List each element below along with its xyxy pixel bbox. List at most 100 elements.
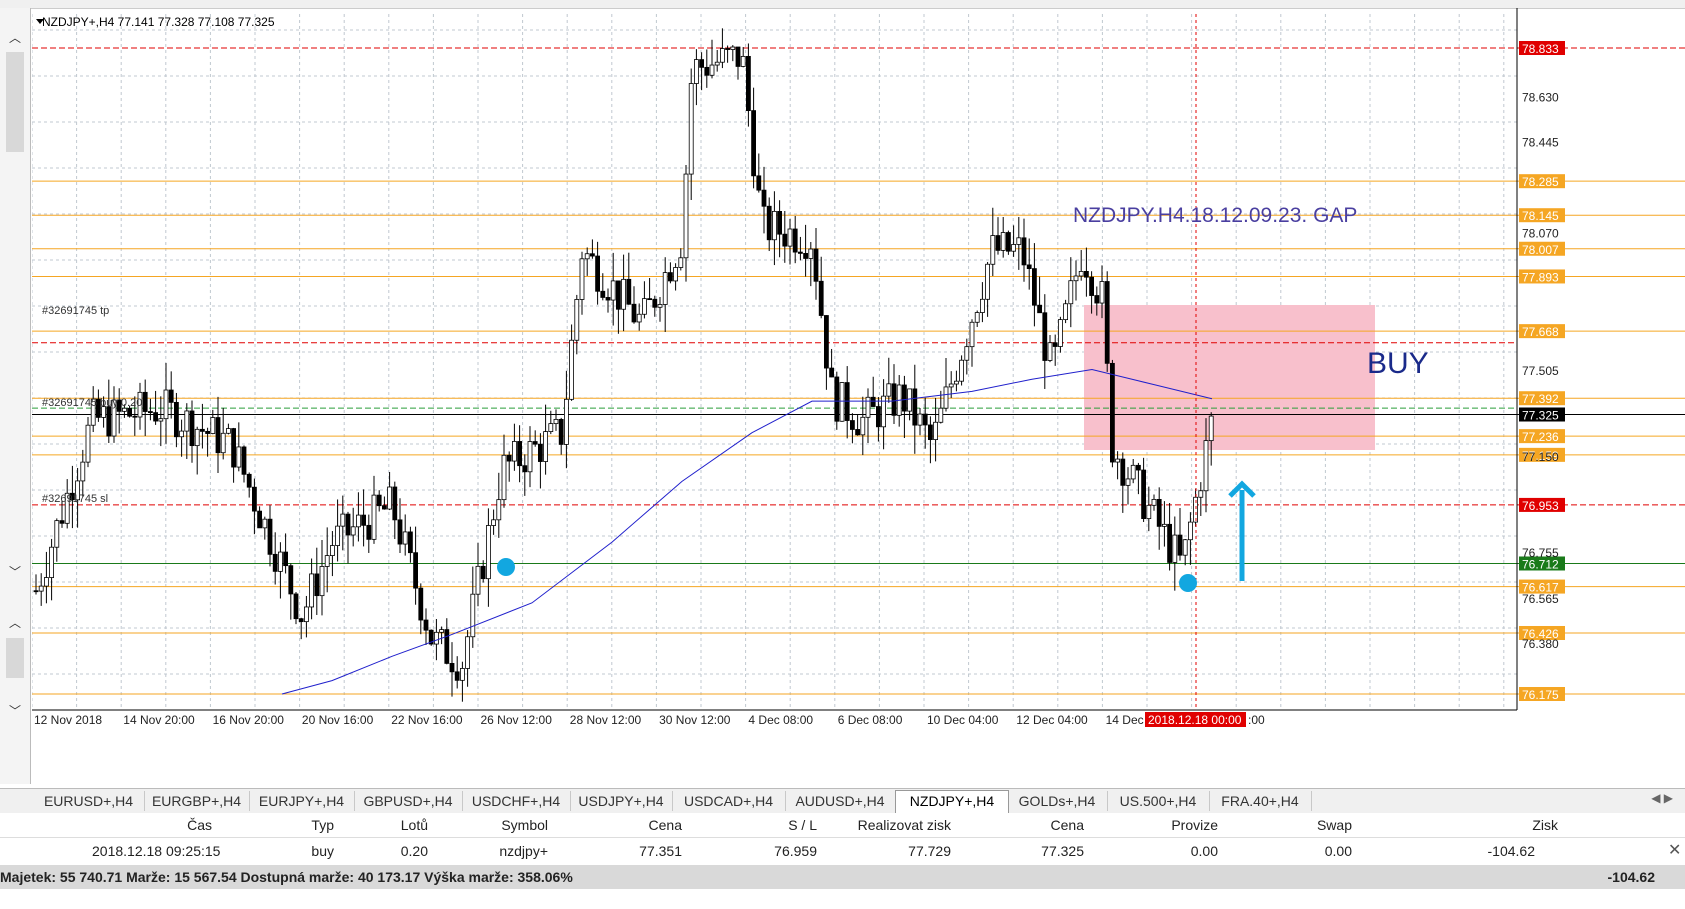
candle-bull xyxy=(673,267,678,282)
candle-bull xyxy=(303,606,309,623)
candle-bear xyxy=(153,412,158,422)
candle-bear xyxy=(1042,312,1048,361)
position-cell: 77.351 xyxy=(639,843,682,859)
candle-bear xyxy=(699,59,704,68)
candle-bear xyxy=(626,278,632,305)
candle-bear xyxy=(267,518,273,555)
candle-bull xyxy=(548,423,554,432)
time-axis-trailing: :00 xyxy=(1248,713,1265,727)
tab-usdchf-h4[interactable]: USDCHF+,H4 xyxy=(462,791,571,811)
column-header[interactable]: Provize xyxy=(1098,813,1218,837)
candle-bear xyxy=(1026,264,1032,270)
column-header[interactable]: Realizovat zisk xyxy=(831,813,951,837)
candle-bull xyxy=(1151,498,1157,506)
price-chart[interactable]: NZDJPY+,H4 77.141 77.328 77.108 77.325 N… xyxy=(31,8,1685,784)
candlestick-chart-svg[interactable]: NZDJPY+,H4 77.141 77.328 77.108 77.325 N… xyxy=(31,8,1685,784)
candle-bear xyxy=(1110,362,1115,463)
candle-bear xyxy=(590,253,595,257)
candle-bear xyxy=(1084,270,1089,278)
candle-bear xyxy=(148,411,153,413)
candle-bull xyxy=(1011,244,1016,252)
candle-bear xyxy=(173,401,179,438)
candle-bear xyxy=(231,428,237,468)
price-tick-label: 76.565 xyxy=(1522,592,1559,606)
time-highlight-label: 2018.12.18 00:00 xyxy=(1148,713,1242,727)
tabs-right-icon[interactable]: ▶ xyxy=(1664,791,1673,805)
candle-bear xyxy=(142,391,148,412)
column-header[interactable]: S / L xyxy=(697,813,817,837)
tab-gbpusd-h4[interactable]: GBPUSD+,H4 xyxy=(354,791,463,811)
tab-golds-h4[interactable]: GOLDs+,H4 xyxy=(1007,791,1108,811)
position-cell: 0.00 xyxy=(1190,843,1218,859)
scrollbar-thumb[interactable] xyxy=(6,52,24,152)
candle-bear xyxy=(782,233,788,247)
candle-bear xyxy=(616,280,621,310)
account-total-profit: -104.62 xyxy=(1607,869,1655,885)
candle-bear xyxy=(537,443,543,462)
scroll-down-icon[interactable]: ﹀ xyxy=(4,703,26,719)
candle-bear xyxy=(1006,232,1011,252)
column-header[interactable]: Cena xyxy=(562,813,682,837)
scroll-up-icon[interactable]: ︿ xyxy=(4,615,26,631)
candle-bear xyxy=(870,396,876,407)
candle-bear xyxy=(205,430,211,434)
candle-bear xyxy=(423,619,429,631)
tab-audusd-h4[interactable]: AUDUSD+,H4 xyxy=(785,791,896,811)
column-header[interactable]: Cena xyxy=(964,813,1084,837)
scroll-down-icon[interactable]: ﹀ xyxy=(4,564,26,580)
candle-bear xyxy=(751,110,756,177)
tab-eurgbp-h4[interactable]: EURGBP+,H4 xyxy=(144,791,250,811)
tabs-left-icon[interactable]: ◀ xyxy=(1651,791,1660,805)
tab-nzdjpy-h4[interactable]: NZDJPY+,H4 xyxy=(895,790,1009,813)
candle-bull xyxy=(371,494,377,540)
candle-bull xyxy=(324,555,330,567)
account-summary-text: Majetek: 55 740.71 Marže: 15 567.54 Dost… xyxy=(0,869,573,885)
candle-bull xyxy=(1115,458,1120,463)
candle-bull xyxy=(709,64,715,76)
candle-bull xyxy=(678,257,684,268)
terminal-header: Čas Typ Lotů Symbol Cena S / L Realizovat zisk… xyxy=(0,813,1685,838)
level-label: 78.285 xyxy=(1522,175,1559,189)
trade-terminal: Čas Typ Lotů Symbol Cena S / L Realizovat zisk… xyxy=(0,813,1685,909)
candle-bear xyxy=(605,297,611,301)
scrollbar-thumb[interactable] xyxy=(6,638,24,678)
position-cell: 0.00 xyxy=(1324,843,1352,859)
column-header[interactable]: Zisk xyxy=(1438,813,1558,837)
candle-bear xyxy=(444,629,450,664)
candle-bear xyxy=(1177,534,1183,556)
tab-scroll-arrows[interactable]: ◀ ▶ xyxy=(1651,791,1673,805)
candle-bull xyxy=(1198,490,1204,498)
candle-bear xyxy=(1120,458,1126,486)
tab-usdjpy-h4[interactable]: USDJPY+,H4 xyxy=(570,791,673,811)
tab-eurjpy-h4[interactable]: EURJPY+,H4 xyxy=(249,791,355,811)
candle-bear xyxy=(876,406,881,428)
column-header[interactable]: Swap xyxy=(1232,813,1352,837)
close-position-icon[interactable]: ✕ xyxy=(1668,839,1681,863)
chart-info: NZDJPY+,H4 77.141 77.328 77.108 77.325 xyxy=(42,15,275,29)
tab-eurusd-h4[interactable]: EURUSD+,H4 xyxy=(33,791,145,811)
price-tick-label: 78.630 xyxy=(1522,90,1559,104)
candle-bull xyxy=(220,432,226,454)
candle-bull xyxy=(636,313,642,323)
order-sl-label: #32691745 sl xyxy=(42,493,108,505)
candle-bull xyxy=(1073,275,1079,282)
position-row[interactable]: ✕ 2018.12.18 09:25:15 buy 0.20 nzdjpy+ 77.35… xyxy=(0,839,1685,863)
column-header[interactable]: Symbol xyxy=(428,813,548,837)
candle-bull xyxy=(772,211,777,241)
candle-bear xyxy=(59,520,65,524)
candle-bear xyxy=(532,441,538,445)
candle-bull xyxy=(309,573,315,608)
candle-bull xyxy=(433,631,439,645)
candle-bear xyxy=(449,663,455,673)
price-tick-label: 78.070 xyxy=(1522,226,1559,240)
tab-fra-40-h4[interactable]: FRA.40+,H4 xyxy=(1209,791,1312,811)
low-marker-2 xyxy=(1179,574,1197,592)
candle-bull xyxy=(475,565,481,595)
tab-us-500-h4[interactable]: US.500+,H4 xyxy=(1107,791,1210,811)
candle-bear xyxy=(798,251,803,254)
tab-usdcad-h4[interactable]: USDCAD+,H4 xyxy=(672,791,786,811)
scroll-up-icon[interactable]: ︿ xyxy=(4,30,26,46)
column-header[interactable]: Čas xyxy=(92,813,212,837)
column-header[interactable]: Lotů xyxy=(308,813,428,837)
candle-bear xyxy=(1037,304,1042,314)
